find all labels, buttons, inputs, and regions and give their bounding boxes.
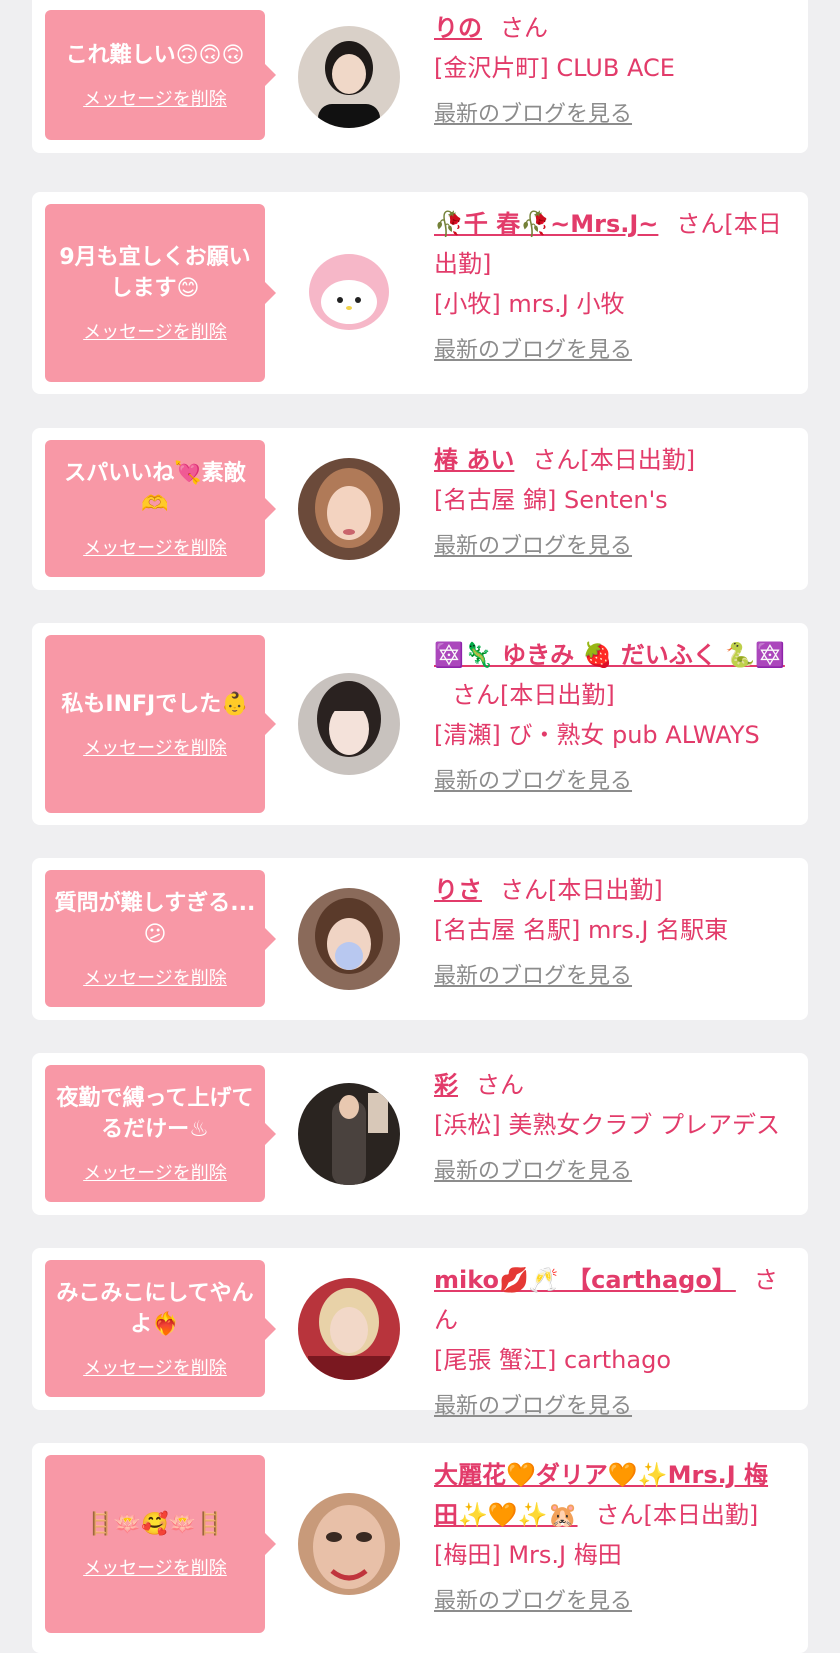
- honorific: さん: [500, 14, 548, 42]
- latest-blog-link[interactable]: 最新のブログを見る: [434, 336, 632, 366]
- shop-info: [尾張 蟹江] carthago: [434, 1346, 671, 1374]
- profile-name-link[interactable]: りの: [434, 14, 482, 42]
- honorific: さん: [676, 210, 725, 238]
- honorific: さん: [476, 1071, 524, 1099]
- message-text: 私もINFJでした👶: [61, 691, 249, 717]
- latest-blog-link[interactable]: 最新のブログを見る: [434, 1392, 632, 1422]
- message-card: 質問が難しすぎる...😕 メッセージを削除 りさ さん[本日出勤] [名古屋 名駅…: [32, 858, 808, 1020]
- shop-info: [小牧] mrs.J 小牧: [434, 290, 625, 318]
- message-card: 夜勤で縛って上げてるだけー♨ メッセージを削除 彩さん [浜松] 美熟女クラブ …: [32, 1053, 808, 1215]
- profile-name-link[interactable]: 椿 あい: [434, 446, 514, 474]
- message-bubble: 🪜🪷🥰🪷🪜 メッセージを削除: [45, 1455, 276, 1633]
- avatar[interactable]: [298, 1278, 400, 1380]
- delete-message-link[interactable]: メッセージを削除: [83, 318, 227, 344]
- shop-info: [名古屋 名駅] mrs.J 名駅東: [434, 916, 729, 944]
- shop-info: [名古屋 錦] Senten's: [434, 486, 668, 514]
- message-card: 9月も宜しくお願いします😊 メッセージを削除 🥀千 春🥀~Mrs.J~ さん[本日…: [32, 192, 808, 394]
- avatar[interactable]: [298, 242, 400, 344]
- avatar[interactable]: [298, 1493, 400, 1595]
- delete-message-link[interactable]: メッセージを削除: [83, 85, 227, 111]
- honorific: さん: [452, 681, 500, 709]
- avatar[interactable]: [298, 888, 400, 990]
- latest-blog-link[interactable]: 最新のブログを見る: [434, 100, 632, 130]
- avatar[interactable]: [298, 458, 400, 560]
- shop-info: [清瀬] び・熟女 pub ALWAYS: [434, 721, 760, 749]
- attendance-status: [本日出勤]: [500, 681, 615, 709]
- latest-blog-link[interactable]: 最新のブログを見る: [434, 767, 632, 797]
- latest-blog-link[interactable]: 最新のブログを見る: [434, 1587, 632, 1617]
- message-bubble: 9月も宜しくお願いします😊 メッセージを削除: [45, 204, 276, 382]
- honorific: さん: [532, 446, 581, 474]
- attendance-status: [本日出勤]: [548, 876, 663, 904]
- message-text: みこみこにしてやんよ❤️‍🔥: [56, 1280, 254, 1337]
- latest-blog-link[interactable]: 最新のブログを見る: [434, 1157, 632, 1187]
- message-text: これ難しい🙃🙃🙃: [65, 42, 245, 68]
- message-card: 私もINFJでした👶 メッセージを削除 🔯🦎 ゆきみ 🍓 だいふく 🐍🔯 さん[本…: [32, 623, 808, 825]
- message-bubble: みこみこにしてやんよ❤️‍🔥 メッセージを削除: [45, 1260, 276, 1397]
- message-card: 🪜🪷🥰🪷🪜 メッセージを削除 大麗花🧡ダリア🧡✨Mrs.J 梅田✨🧡✨🐹 さん[本…: [32, 1443, 808, 1653]
- message-text: 質問が難しすぎる...😕: [54, 890, 256, 947]
- honorific: さん: [595, 1501, 644, 1529]
- message-card: みこみこにしてやんよ❤️‍🔥 メッセージを削除 miko💋🥂 【carthago…: [32, 1248, 808, 1419]
- message-text: 🪜🪷🥰🪷🪜: [86, 1511, 224, 1537]
- delete-message-link[interactable]: メッセージを削除: [83, 1554, 227, 1580]
- profile-name-link[interactable]: 彩: [434, 1071, 458, 1099]
- message-bubble: 私もINFJでした👶 メッセージを削除: [45, 635, 276, 813]
- delete-message-link[interactable]: メッセージを削除: [83, 534, 227, 560]
- message-bubble: これ難しい🙃🙃🙃 メッセージを削除: [45, 10, 276, 140]
- message-bubble: 夜勤で縛って上げてるだけー♨ メッセージを削除: [45, 1065, 276, 1202]
- profile-name-link[interactable]: 🔯🦎 ゆきみ 🍓 だいふく 🐍🔯: [434, 641, 785, 669]
- shop-info: [金沢片町] CLUB ACE: [434, 54, 675, 82]
- avatar[interactable]: [298, 673, 400, 775]
- message-bubble: 質問が難しすぎる...😕 メッセージを削除: [45, 870, 276, 1007]
- profile-name-link[interactable]: 🥀千 春🥀~Mrs.J~: [434, 210, 658, 238]
- message-bubble: スパいいね💘素敵🫶 メッセージを削除: [45, 440, 276, 577]
- message-list: これ難しい🙃🙃🙃 メッセージを削除 りの さん [金沢片町] CLUB ACE 最…: [0, 0, 840, 1653]
- message-card: スパいいね💘素敵🫶 メッセージを削除 椿 あい さん[本日出勤] [名古屋 錦] …: [32, 428, 808, 590]
- honorific: さん: [500, 876, 548, 904]
- avatar[interactable]: [298, 1083, 400, 1185]
- attendance-status: [本日出勤]: [580, 446, 696, 474]
- delete-message-link[interactable]: メッセージを削除: [83, 964, 227, 990]
- shop-info: [浜松] 美熟女クラブ プレアデス: [434, 1111, 780, 1139]
- message-text: スパいいね💘素敵🫶: [64, 460, 246, 517]
- message-text: 夜勤で縛って上げてるだけー♨: [56, 1085, 254, 1142]
- profile-name-link[interactable]: りさ: [434, 876, 482, 904]
- attendance-status: [本日出勤]: [643, 1501, 759, 1529]
- latest-blog-link[interactable]: 最新のブログを見る: [434, 532, 632, 562]
- latest-blog-link[interactable]: 最新のブログを見る: [434, 962, 632, 992]
- avatar[interactable]: [298, 26, 400, 128]
- shop-info: [梅田] Mrs.J 梅田: [434, 1541, 622, 1569]
- delete-message-link[interactable]: メッセージを削除: [83, 734, 227, 760]
- profile-name-link[interactable]: miko💋🥂 【carthago】: [434, 1266, 736, 1294]
- message-card: これ難しい🙃🙃🙃 メッセージを削除 りの さん [金沢片町] CLUB ACE 最…: [32, 0, 808, 153]
- message-text: 9月も宜しくお願いします😊: [59, 245, 251, 301]
- delete-message-link[interactable]: メッセージを削除: [83, 1354, 227, 1380]
- delete-message-link[interactable]: メッセージを削除: [83, 1159, 227, 1185]
